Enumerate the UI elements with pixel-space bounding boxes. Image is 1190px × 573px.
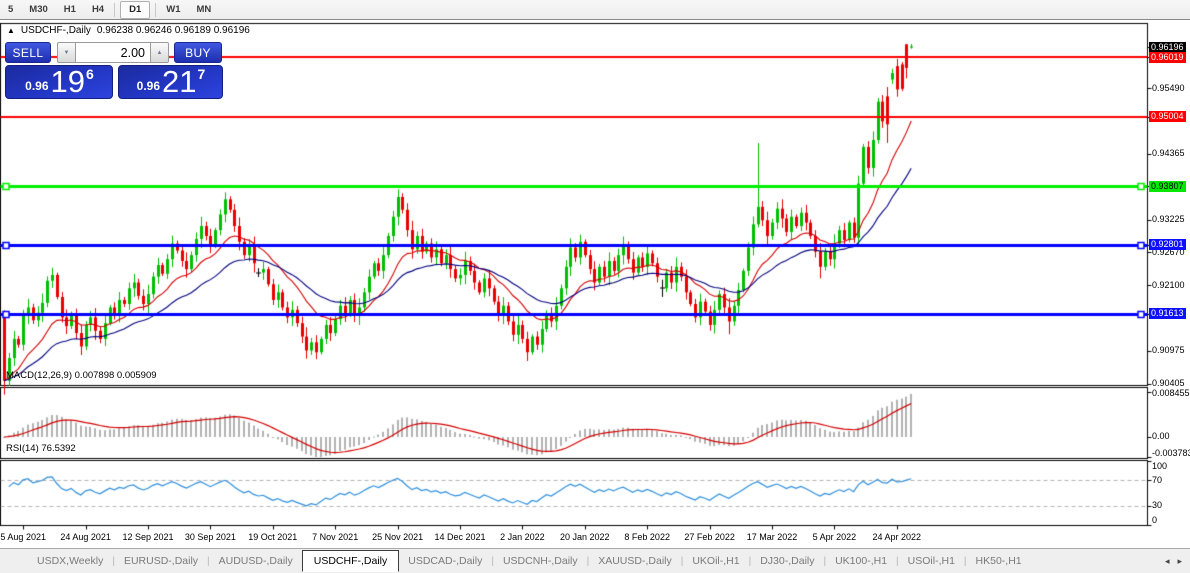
- tab-usoil-h1[interactable]: USOil-,H1: [899, 551, 964, 571]
- buy-price-big-digits: 21: [162, 64, 197, 99]
- toolbar-separator: [114, 2, 116, 17]
- date-label: 24 Aug 2021: [60, 531, 111, 542]
- axis-tick-label: 0.00: [1152, 431, 1170, 442]
- tab-dj30-daily[interactable]: DJ30-,Daily: [751, 551, 823, 571]
- tab-usdcad-daily[interactable]: USDCAD-,Daily: [399, 551, 491, 571]
- axis-tick-label: 70: [1152, 474, 1163, 485]
- axis-tick-label: 0.90975: [1152, 345, 1185, 356]
- sell-price-pipette: 6: [86, 66, 94, 82]
- date-label: 7 Nov 2021: [312, 531, 359, 542]
- price-badge: 0.93807: [1149, 180, 1186, 192]
- tab-usdchf-daily[interactable]: USDCHF-,Daily: [301, 550, 400, 572]
- axis-tick-label: 100: [1152, 461, 1168, 471]
- volume-decrease-button[interactable]: ▼: [57, 42, 76, 63]
- tab-uk100-h1[interactable]: UK100-,H1: [826, 551, 896, 571]
- tab-usdx-weekly[interactable]: USDX,Weekly: [28, 551, 112, 571]
- sell-button[interactable]: SELL: [5, 42, 51, 63]
- axis-tick-label: 0.94365: [1152, 148, 1185, 159]
- sell-price-prefix: 0.96: [25, 79, 49, 93]
- chart-title: ▲ USDCHF-,Daily 0.96238 0.96246 0.96189 …: [7, 25, 250, 36]
- date-label: 19 Oct 2021: [248, 531, 298, 542]
- date-label: 27 Feb 2022: [684, 531, 735, 542]
- one-click-trade-panel: SELL ▼ ▲ BUY 0.96 19 6 0.96 21 7: [5, 42, 223, 99]
- date-label: 17 Mar 2022: [746, 531, 798, 542]
- tab-audusd-daily[interactable]: AUDUSD-,Daily: [210, 551, 302, 571]
- rsi-indicator-label: RSI(14) 76.5392: [6, 443, 76, 454]
- timeframe-item-h4[interactable]: H4: [84, 1, 112, 19]
- buy-price-prefix: 0.96: [136, 79, 161, 93]
- chart-symbol-label: USDCHF-,Daily: [20, 25, 91, 36]
- volume-input[interactable]: [76, 42, 150, 63]
- chart-ohlc-values: 0.96238 0.96246 0.96189 0.96196: [96, 25, 250, 36]
- date-label: 20 Jan 2022: [560, 531, 610, 542]
- date-label: 30 Sep 2021: [184, 531, 236, 542]
- price-badge: 0.91613: [1149, 308, 1186, 320]
- axis-tick-label: 0.008455: [1152, 388, 1190, 398]
- timeframe-item-w1[interactable]: W1: [158, 1, 188, 19]
- tab-scroll-left-icon[interactable]: ◂: [1165, 556, 1170, 567]
- buy-button[interactable]: BUY: [174, 42, 222, 63]
- timeframe-item-d1[interactable]: D1: [120, 0, 151, 19]
- price-badge: 0.92801: [1149, 239, 1186, 251]
- price-badge: 0.95004: [1149, 111, 1186, 123]
- tab-hk50-h1[interactable]: HK50-,H1: [967, 551, 1031, 571]
- date-label: 24 Apr 2022: [872, 531, 922, 542]
- price-chart-canvas[interactable]: [0, 20, 1190, 548]
- toolbar-separator: [155, 2, 157, 17]
- date-label: 12 Sep 2021: [122, 531, 174, 542]
- tab-eurusd-daily[interactable]: EURUSD-,Daily: [115, 551, 207, 571]
- chart-tab-bar: USDX,Weekly | EURUSD-,Daily | AUDUSD-,Daily U…: [0, 548, 1190, 573]
- date-label: 5 Apr 2022: [812, 531, 857, 542]
- sell-price-big-digits: 19: [50, 64, 86, 99]
- buy-price-button[interactable]: 0.96 21 7: [118, 65, 223, 99]
- date-label: 25 Nov 2021: [372, 531, 424, 542]
- tab-ukoil-h1[interactable]: UKOil-,H1: [683, 551, 748, 571]
- collapse-arrow-icon[interactable]: ▲: [7, 26, 15, 35]
- volume-increase-button[interactable]: ▲: [150, 42, 169, 63]
- date-label: 5 Aug 2021: [0, 531, 46, 542]
- timeframe-item-5[interactable]: 5: [0, 1, 21, 19]
- date-label: 14 Dec 2021: [434, 531, 486, 542]
- axis-tick-label: 0.90405: [1152, 378, 1185, 389]
- axis-tick-label: -0.003783: [1152, 448, 1190, 458]
- sell-price-button[interactable]: 0.96 19 6: [5, 65, 113, 99]
- timeframe-item-mn[interactable]: MN: [189, 1, 220, 19]
- price-badge: 0.96019: [1149, 51, 1186, 63]
- axis-tick-label: 30: [1152, 500, 1163, 511]
- date-label: 2 Jan 2022: [500, 531, 545, 542]
- tab-xauusd-daily[interactable]: XAUUSD-,Daily: [589, 551, 681, 571]
- axis-tick-label: 0.95490: [1152, 82, 1185, 93]
- tab-scroll-right-icon[interactable]: ▸: [1177, 556, 1182, 567]
- buy-price-pipette: 7: [197, 66, 206, 82]
- macd-indicator-label: MACD(12,26,9) 0.007898 0.005909: [6, 370, 157, 381]
- chart-window: ▲ USDCHF-,Daily 0.96238 0.96246 0.96189 …: [0, 20, 1190, 548]
- axis-tick-label: 0.92100: [1152, 279, 1185, 290]
- timeframe-item-m30[interactable]: M30: [21, 1, 55, 19]
- timeframe-item-h1[interactable]: H1: [56, 1, 84, 19]
- axis-tick-label: 0.93225: [1152, 214, 1185, 225]
- timeframe-toolbar: 5 M30 H1 H4 D1 W1 MN: [0, 0, 1190, 20]
- tab-usdcnh-daily[interactable]: USDCNH-,Daily: [494, 551, 587, 571]
- date-label: 8 Feb 2022: [624, 531, 670, 542]
- axis-tick-label: 0: [1152, 515, 1158, 525]
